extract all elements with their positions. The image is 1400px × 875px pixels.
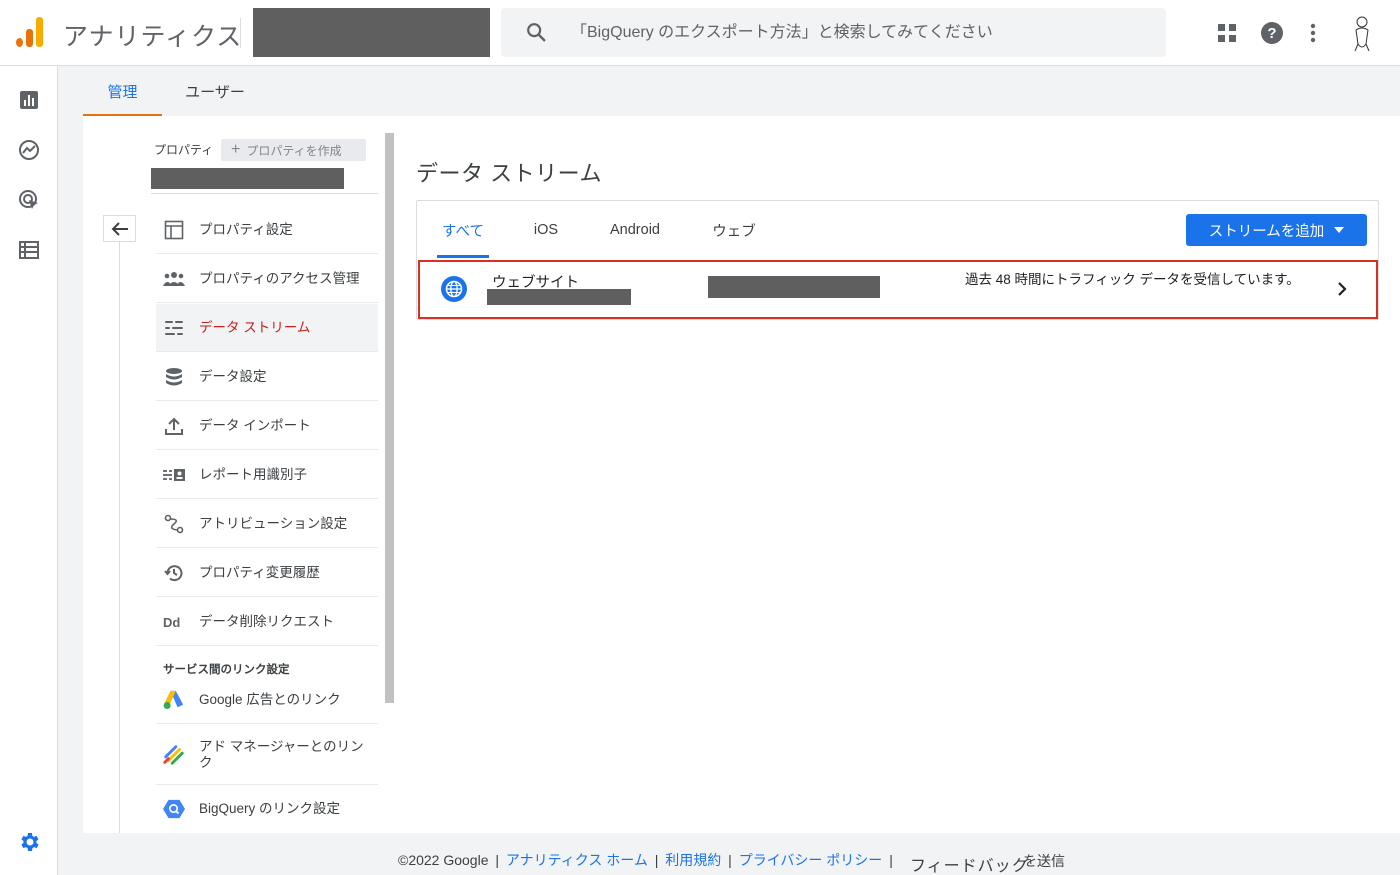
search-icon — [525, 21, 547, 48]
property-selector[interactable] — [151, 168, 344, 189]
upload-icon — [163, 415, 185, 437]
feedback-send-text: を送信 — [1023, 853, 1065, 869]
bigquery-icon — [163, 798, 185, 820]
product-links-heading: サービス間のリンク設定 — [163, 664, 290, 676]
more-vert-icon[interactable] — [1298, 18, 1328, 48]
nav-label: プロパティ設定 — [199, 221, 293, 237]
copyright: ©2022 Google — [398, 852, 489, 868]
create-property-button[interactable]: + プロパティを作成 — [221, 139, 366, 161]
add-stream-button[interactable]: ストリームを追加 — [1186, 214, 1367, 246]
plus-icon: + — [231, 141, 241, 158]
footer-separator: | — [889, 852, 893, 868]
arrow-back-icon — [111, 221, 128, 236]
property-divider — [151, 193, 378, 194]
help-icon[interactable]: ? — [1257, 18, 1287, 48]
nav-data-streams[interactable]: データ ストリーム — [156, 304, 378, 352]
tab-android[interactable]: Android — [600, 202, 670, 258]
nav-label: アド マネージャーとのリンク — [199, 738, 364, 770]
search-input[interactable] — [571, 8, 1151, 57]
analytics-logo[interactable] — [16, 17, 44, 47]
ad-manager-icon — [163, 744, 185, 766]
footer-separator: | — [728, 852, 732, 868]
nav-label: データ設定 — [199, 368, 267, 384]
page-title: データ ストリーム — [416, 161, 602, 186]
database-icon — [163, 366, 185, 388]
create-property-label: プロパティを作成 — [246, 143, 342, 158]
nav-property-access[interactable]: プロパティのアクセス管理 — [156, 255, 378, 303]
apps-grid-icon[interactable] — [1212, 18, 1242, 48]
nav-property-settings[interactable]: プロパティ設定 — [156, 206, 378, 254]
nav-google-ads-links[interactable]: Google 広告とのリンク — [156, 676, 378, 724]
stream-id — [708, 276, 880, 298]
account-selector[interactable] — [253, 8, 490, 57]
footer-link-privacy[interactable]: プライバシー ポリシー — [739, 852, 883, 868]
tab-web[interactable]: ウェブ — [706, 202, 762, 258]
nav-label: データ ストリーム — [199, 319, 311, 335]
nav-scrollbar[interactable] — [385, 133, 394, 703]
nav-label: BigQuery のリンク設定 — [199, 801, 341, 817]
reports-icon[interactable] — [17, 88, 41, 112]
advertising-icon[interactable] — [17, 188, 41, 212]
nav-ad-manager-links[interactable]: アド マネージャーとのリンク — [156, 725, 378, 785]
dropdown-arrow-icon — [1334, 227, 1345, 233]
nav-label: プロパティのアクセス管理 — [199, 270, 360, 286]
admin-gear-icon[interactable] — [10, 825, 48, 859]
add-stream-label: ストリームを追加 — [1208, 223, 1325, 240]
nav-label: データ削除リクエスト — [199, 613, 334, 629]
tab-users[interactable]: ユーザー — [179, 66, 251, 116]
google-ads-icon — [163, 689, 185, 711]
identifier-icon — [163, 464, 185, 486]
back-button[interactable] — [103, 215, 136, 242]
left-rail — [0, 66, 58, 875]
tab-ios[interactable]: iOS — [525, 202, 567, 258]
feedback-button[interactable]: フィードバック — [910, 852, 1029, 875]
footer-link-analytics-home[interactable]: アナリティクス ホーム — [506, 852, 648, 868]
nav-bigquery-links[interactable]: BigQuery のリンク設定 — [156, 785, 378, 833]
data-streams-icon — [163, 317, 185, 339]
nav-label: Google 広告とのリンク — [199, 691, 341, 707]
search-bar[interactable] — [501, 8, 1166, 57]
stream-status: 過去 48 時間にトラフィック データを受信しています。 — [965, 272, 1300, 287]
property-label: プロパティ — [154, 143, 214, 157]
configure-icon[interactable] — [17, 238, 41, 262]
data-deletion-icon: Dd — [163, 611, 185, 633]
footer-separator: | — [495, 852, 500, 868]
title-divider — [240, 18, 241, 48]
tab-admin[interactable]: 管理 — [83, 66, 162, 116]
account-avatar[interactable] — [1346, 14, 1378, 52]
nav-property-change-history[interactable]: プロパティ変更履歴 — [156, 549, 378, 597]
svg-text:Dd: Dd — [163, 615, 180, 629]
footer: ©2022 Google | アナリティクス ホーム | 利用規約 | プライバ… — [398, 850, 896, 870]
nav-data-import[interactable]: データ インポート — [156, 402, 378, 450]
nav-label: データ インポート — [199, 417, 311, 433]
tree-line — [119, 242, 120, 833]
footer-link-terms[interactable]: 利用規約 — [665, 852, 721, 868]
footer-separator: | — [654, 852, 659, 868]
nav-label: プロパティ変更履歴 — [199, 564, 320, 580]
explore-icon[interactable] — [17, 138, 41, 162]
globe-icon — [441, 276, 467, 302]
history-icon — [163, 562, 185, 584]
nav-label: アトリビューション設定 — [199, 515, 348, 531]
admin-tabs: 管理 ユーザー — [83, 66, 1400, 116]
stream-url — [487, 289, 631, 305]
chevron-right-icon[interactable] — [1332, 279, 1352, 304]
nav-data-settings[interactable]: データ設定 — [156, 353, 378, 401]
attribution-icon — [163, 513, 185, 535]
property-layout-icon — [163, 219, 185, 241]
tab-all[interactable]: すべて — [437, 202, 489, 258]
svg-text:?: ? — [1267, 25, 1276, 42]
nav-label: レポート用識別子 — [199, 466, 307, 482]
nav-attribution-settings[interactable]: アトリビューション設定 — [156, 500, 378, 548]
people-icon — [163, 268, 185, 290]
top-app-bar: アナリティクス ? — [0, 0, 1400, 66]
nav-reporting-identity[interactable]: レポート用識別子 — [156, 451, 378, 499]
nav-data-deletion-requests[interactable]: Dd データ削除リクエスト — [156, 598, 378, 646]
app-title: アナリティクス — [63, 23, 243, 51]
